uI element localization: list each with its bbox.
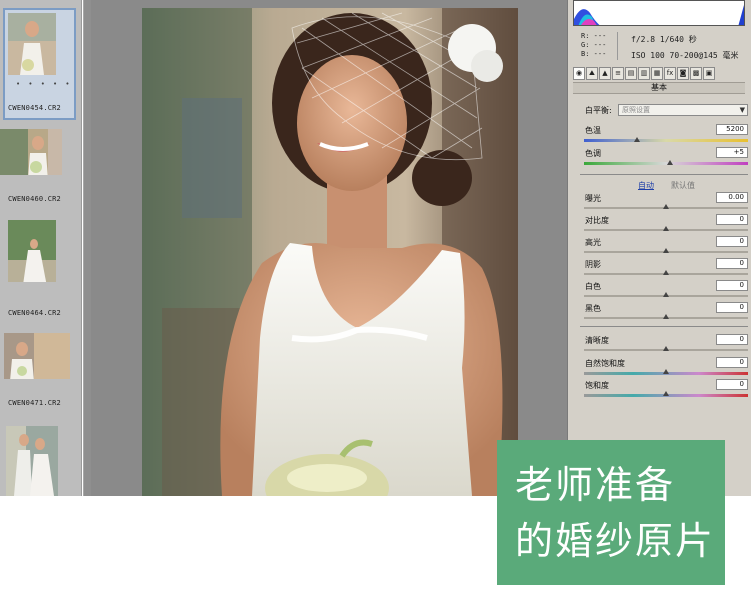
clarity-field[interactable]: 0 (716, 334, 748, 345)
temperature-slider-thumb[interactable] (634, 137, 640, 142)
saturation-field[interactable]: 0 (716, 379, 748, 390)
saturation-slider-thumb[interactable] (663, 391, 669, 396)
tint-slider[interactable] (584, 162, 748, 165)
readout-divider (617, 32, 618, 60)
thumbnail-image[interactable] (8, 220, 56, 282)
split-toning-icon[interactable]: ▤ (625, 67, 637, 80)
filmstrip-resize-handle[interactable] (83, 0, 91, 496)
hsl-icon[interactable]: ≡ (612, 67, 624, 80)
vibrance-field[interactable]: 0 (716, 357, 748, 368)
exposure-label: 曝光 (585, 194, 601, 203)
tone-curve-icon[interactable]: ⛰ (586, 67, 598, 80)
thumbnail-image[interactable] (4, 333, 70, 379)
clarity-slider-thumb[interactable] (663, 346, 669, 351)
temperature-label: 色温 (585, 126, 601, 135)
effects-icon[interactable]: fx (664, 67, 676, 80)
white-balance-select[interactable]: 原照设置 ▼ (618, 104, 748, 116)
contrast-slider-thumb[interactable] (663, 226, 669, 231)
camera-calibration-icon[interactable]: ▦ (651, 67, 663, 80)
contrast-label: 对比度 (585, 216, 609, 225)
histogram (573, 0, 745, 26)
thumbnail-image[interactable] (8, 13, 56, 75)
whites-slider-thumb[interactable] (663, 292, 669, 297)
highlights-label: 高光 (585, 238, 601, 247)
preview-photo[interactable] (142, 8, 518, 496)
clarity-label: 清晰度 (585, 336, 609, 345)
rating-dots[interactable]: • • • • • (16, 80, 73, 88)
temperature-field[interactable]: 5200 (716, 124, 748, 135)
highlights-slider-thumb[interactable] (663, 248, 669, 253)
caption-line-2: 的婚纱原片 (515, 519, 716, 563)
panel-menu-icon[interactable]: ▣ (703, 67, 715, 80)
iso-lens: ISO 100 70-200@145 毫米 (631, 51, 739, 60)
whites-label: 白色 (585, 282, 601, 291)
shadows-field[interactable]: 0 (716, 258, 748, 269)
shadows-label: 阴影 (585, 260, 601, 269)
aperture-shutter: f/2.8 1/640 秒 (631, 35, 697, 44)
green-readout: G: --- (581, 41, 607, 49)
film-item-label: CWEN0460.CR2 (8, 195, 61, 203)
blacks-field[interactable]: 0 (716, 302, 748, 313)
saturation-label: 饱和度 (585, 381, 609, 390)
thumbnail-image[interactable] (6, 426, 58, 496)
rgb-readout: R: --- G: --- B: --- (581, 32, 606, 59)
snapshots-icon[interactable]: ▩ (690, 67, 702, 80)
section-title: 基本 (573, 82, 745, 94)
tint-slider-thumb[interactable] (667, 160, 673, 165)
auto-link[interactable]: 自动 (638, 180, 654, 191)
vibrance-slider-thumb[interactable] (663, 369, 669, 374)
blue-readout: B: --- (581, 50, 607, 58)
highlights-field[interactable]: 0 (716, 236, 748, 247)
detail-icon[interactable]: ▲ (599, 67, 611, 80)
shadows-slider-thumb[interactable] (663, 270, 669, 275)
camera-readout: R: --- G: --- B: --- f/2.8 1/640 秒 ISO 1… (573, 30, 745, 64)
white-balance-value: 原照设置 (622, 106, 650, 114)
contrast-field[interactable]: 0 (716, 214, 748, 225)
panel-toolbar: ◉ ⛰ ▲ ≡ ▤ ▥ ▦ fx ◙ ▩ ▣ (573, 67, 745, 81)
exposure-slider-thumb[interactable] (663, 204, 669, 209)
blacks-slider-thumb[interactable] (663, 314, 669, 319)
raw-editor-screenshot: • • • • • CWEN0454.CR2 CWEN0460.CR2 CWEN… (0, 0, 751, 589)
film-item-label: CWEN0464.CR2 (8, 309, 61, 317)
red-readout: R: --- (581, 32, 607, 40)
tint-label: 色调 (585, 149, 601, 158)
film-item-label: CWEN0454.CR2 (8, 104, 61, 112)
exposure-field[interactable]: 0.00 (716, 192, 748, 203)
presets-icon[interactable]: ◙ (677, 67, 689, 80)
thumbnail-image[interactable] (0, 129, 62, 175)
filmstrip: • • • • • CWEN0454.CR2 CWEN0460.CR2 CWEN… (0, 0, 82, 496)
caption-line-1: 老师准备 (515, 463, 676, 507)
basic-tab-icon[interactable]: ◉ (573, 67, 585, 80)
film-item-label: CWEN0471.CR2 (8, 399, 61, 407)
default-link[interactable]: 默认值 (671, 180, 695, 191)
divider (580, 174, 748, 175)
temperature-slider[interactable] (584, 139, 748, 142)
chevron-down-icon: ▼ (739, 106, 745, 114)
white-balance-label: 白平衡: (585, 106, 612, 115)
lens-corrections-icon[interactable]: ▥ (638, 67, 650, 80)
whites-field[interactable]: 0 (716, 280, 748, 291)
vibrance-label: 自然饱和度 (585, 359, 625, 368)
divider (580, 326, 748, 327)
caption-box: 老师准备 的婚纱原片 (497, 440, 725, 585)
tint-field[interactable]: +5 (716, 147, 748, 158)
blacks-label: 黑色 (585, 304, 601, 313)
